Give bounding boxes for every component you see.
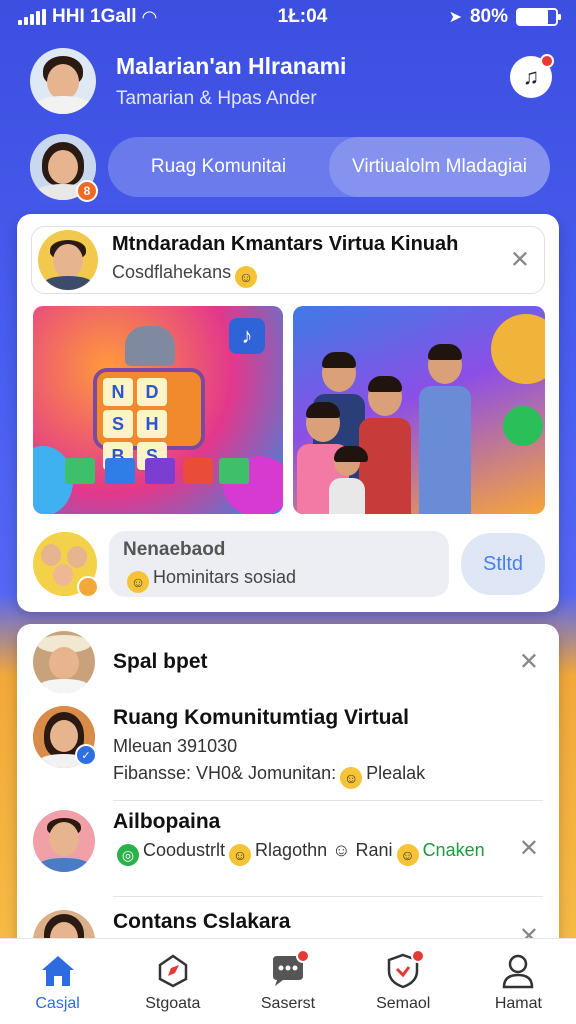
battery-percent: 80%: [469, 6, 508, 27]
comment-input[interactable]: Nenaebaod ☺ Hominitars sosiad: [109, 531, 449, 597]
home-icon: [38, 951, 78, 991]
person-icon: ☺: [332, 840, 351, 860]
music-button[interactable]: ♫: [510, 54, 554, 98]
profile-text: Malarian'an Hlranami Tamarian & Hpas And…: [116, 53, 346, 110]
tab-label: Ruag Komunitai: [150, 156, 287, 177]
post-subtitle: Cosdflahekans ☺: [112, 262, 458, 288]
profile-icon: [498, 951, 538, 991]
list-item[interactable]: Ailbopaina ◎ Coodustrlt ☺ Rlagothn ☺ Rani ☺ C…: [33, 810, 543, 880]
story-avatar[interactable]: 8: [30, 134, 98, 202]
status-bar: HHI 1Gall ◠ 1Ł:04 ➤ 80%: [0, 0, 576, 34]
comment-row: Nenaebaod ☺ Hominitars sosiad Stltd: [33, 530, 547, 598]
nav-label: Saserst: [260, 994, 316, 1012]
nav-item-shield[interactable]: Semaol: [346, 939, 461, 1024]
smile-emoji-icon: ☺: [127, 571, 149, 593]
post-card: Mtndaradan Kmantars Virtua Kinuah Cosdfl…: [17, 214, 559, 612]
list-item-text: Spal bpet: [113, 650, 208, 674]
wifi-icon: ◠: [142, 6, 157, 27]
profile-subtitle: Tamarian & Hpas Ander: [116, 87, 317, 109]
list-item-line: Mleuan 391030: [113, 736, 238, 756]
user-avatar[interactable]: [30, 48, 96, 114]
comment-subtitle: ☺ Hominitars sosiad: [123, 567, 435, 593]
post-author-avatar[interactable]: [38, 230, 98, 290]
close-icon[interactable]: ✕: [510, 246, 530, 275]
nav-label: Hamat: [494, 994, 542, 1012]
signal-icon: [18, 9, 46, 25]
tab-ruag-komunitai[interactable]: Ruag Komunitai: [108, 137, 329, 197]
nav-item-chat[interactable]: Saserst: [230, 939, 345, 1024]
location-icon: ➤: [448, 9, 462, 26]
list-avatar: ✓: [33, 706, 97, 768]
list-avatar: [33, 810, 95, 872]
status-right: ➤ 80%: [448, 6, 561, 28]
verified-icon: ✓: [75, 744, 97, 766]
community-list: Spal bpet ✕ ✓ Ruang Komunitumtiag Virtua…: [17, 624, 559, 954]
compass-icon: [153, 951, 193, 991]
nav-label: Casjal: [35, 994, 80, 1012]
notification-dot: [411, 948, 426, 963]
battery-icon: [516, 8, 561, 26]
status-time: 1Ł:04: [277, 6, 328, 27]
music-note-icon: ♪: [229, 318, 265, 354]
nav-item-explore[interactable]: Stgoata: [115, 939, 230, 1024]
tab-switcher: Ruag Komunitai Virtiualolm Mladagiai: [108, 137, 550, 197]
list-item-line: Fibansse: VH0& Jomunitan: ☺ Plealak: [113, 763, 425, 789]
list-item[interactable]: ✓ Ruang Komunitumtiag Virtual Mleuan 391…: [33, 706, 543, 789]
music-note-icon: ♫: [522, 64, 540, 89]
profile-name: Malarian'an Hlranami: [116, 52, 347, 79]
post-header: Mtndaradan Kmantars Virtua Kinuah Cosdfl…: [31, 226, 545, 294]
nav-label: Semaol: [376, 994, 431, 1012]
list-item[interactable]: Spal bpet ✕: [33, 630, 543, 694]
tabs-row: 8 Ruag Komunitai Virtiualolm Mladagiai: [30, 132, 550, 202]
list-item-text: Ailbopaina ◎ Coodustrlt ☺ Rlagothn ☺ Rani ☺ C…: [113, 810, 485, 866]
divider: [113, 800, 543, 801]
profile-header: Malarian'an Hlranami Tamarian & Hpas And…: [30, 46, 560, 116]
post-title: Mtndaradan Kmantars Virtua Kinuah: [112, 232, 459, 255]
list-avatar: [33, 631, 95, 693]
list-item-title: Spal bpet: [113, 650, 208, 673]
send-button[interactable]: Stltd: [461, 533, 545, 595]
smile-emoji-icon: ☺: [229, 844, 252, 866]
nav-item-profile[interactable]: Hamat: [461, 939, 576, 1024]
list-item-text: Ruang Komunitumtiag Virtual Mleuan 39103…: [113, 706, 425, 789]
tab-virtiualolm[interactable]: Virtiualolm Mladagiai: [329, 137, 550, 197]
carrier-label: HHI 1Gall: [52, 6, 137, 27]
nav-label: Stgoata: [145, 994, 201, 1012]
group-badge: [77, 576, 99, 598]
close-icon[interactable]: ✕: [519, 648, 539, 677]
chat-icon: [268, 948, 310, 991]
smile-emoji-icon: ☺: [396, 844, 419, 866]
post-header-text: Mtndaradan Kmantars Virtua Kinuah Cosdfl…: [112, 233, 458, 288]
notification-dot: [540, 54, 554, 68]
group-avatar[interactable]: [33, 532, 99, 598]
smile-emoji-icon: ☺: [235, 265, 258, 288]
list-item-title: Contans Cslakara: [113, 910, 291, 933]
tab-label: Virtiualolm Mladagiai: [352, 156, 527, 177]
list-item-line: ◎ Coodustrlt ☺ Rlagothn ☺ Rani ☺ Cnaken: [113, 840, 485, 866]
comment-title: Nenaebaod: [123, 539, 226, 560]
list-item-title: Ailbopaina: [113, 810, 221, 833]
toy-letter-board: NDS HBS: [93, 368, 205, 470]
nav-item-home[interactable]: Casjal: [0, 939, 115, 1024]
status-left: HHI 1Gall ◠: [18, 6, 156, 28]
smile-emoji-icon: ☺: [340, 767, 363, 789]
globe-icon: ◎: [117, 844, 139, 866]
post-image-toy[interactable]: NDS HBS ♪: [33, 306, 283, 514]
bottom-nav: Casjal Stgoata Saserst Semaol Hamat: [0, 938, 576, 1024]
post-image-family[interactable]: [293, 306, 545, 514]
divider: [113, 896, 543, 897]
story-badge: 8: [76, 180, 98, 202]
list-item-text: Contans Cslakara: [113, 910, 290, 934]
close-icon[interactable]: ✕: [519, 834, 539, 863]
shield-icon: [383, 948, 426, 991]
notification-dot: [296, 948, 310, 963]
list-item-title: Ruang Komunitumtiag Virtual: [113, 706, 409, 729]
